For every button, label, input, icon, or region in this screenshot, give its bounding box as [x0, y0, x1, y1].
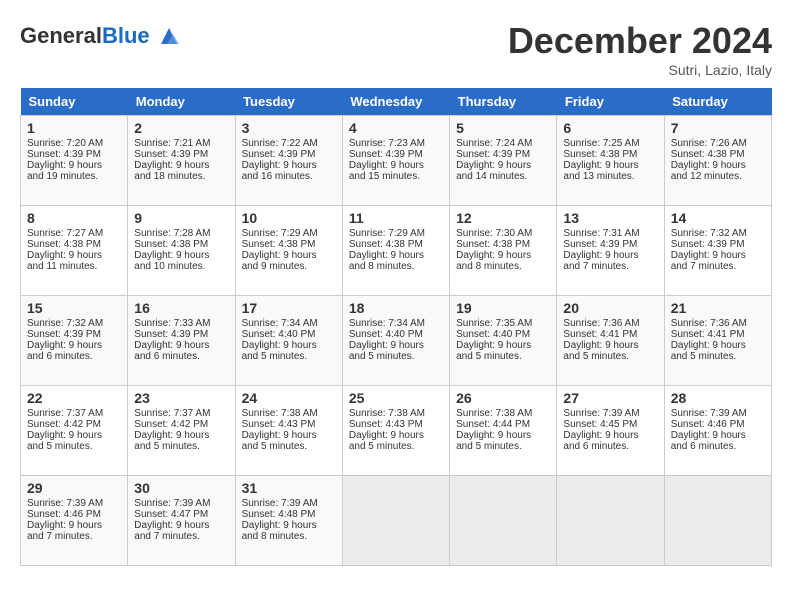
day-21: 21 Sunrise: 7:36 AMSunset: 4:41 PMDaylig… — [664, 296, 771, 386]
day-9: 9 Sunrise: 7:28 AMSunset: 4:38 PMDayligh… — [128, 206, 235, 296]
day-16: 16 Sunrise: 7:33 AMSunset: 4:39 PMDaylig… — [128, 296, 235, 386]
header-tuesday: Tuesday — [235, 88, 342, 116]
day-20: 20 Sunrise: 7:36 AMSunset: 4:41 PMDaylig… — [557, 296, 664, 386]
empty-cell-1 — [342, 476, 449, 566]
day-24: 24 Sunrise: 7:38 AMSunset: 4:43 PMDaylig… — [235, 386, 342, 476]
day-4: 4 Sunrise: 7:23 AMSunset: 4:39 PMDayligh… — [342, 116, 449, 206]
day-8: 8 Sunrise: 7:27 AMSunset: 4:38 PMDayligh… — [21, 206, 128, 296]
day-23: 23 Sunrise: 7:37 AMSunset: 4:42 PMDaylig… — [128, 386, 235, 476]
header-saturday: Saturday — [664, 88, 771, 116]
day-25: 25 Sunrise: 7:38 AMSunset: 4:43 PMDaylig… — [342, 386, 449, 476]
day-18: 18 Sunrise: 7:34 AMSunset: 4:40 PMDaylig… — [342, 296, 449, 386]
empty-cell-2 — [450, 476, 557, 566]
day-30: 30 Sunrise: 7:39 AMSunset: 4:47 PMDaylig… — [128, 476, 235, 566]
day-6: 6 Sunrise: 7:25 AMSunset: 4:38 PMDayligh… — [557, 116, 664, 206]
day-2: 2 Sunrise: 7:21 AMSunset: 4:39 PMDayligh… — [128, 116, 235, 206]
month-title: December 2024 — [508, 20, 772, 62]
day-27: 27 Sunrise: 7:39 AMSunset: 4:45 PMDaylig… — [557, 386, 664, 476]
title-block: December 2024 Sutri, Lazio, Italy — [508, 20, 772, 78]
day-19: 19 Sunrise: 7:35 AMSunset: 4:40 PMDaylig… — [450, 296, 557, 386]
logo-blue: Blue — [102, 23, 150, 48]
day-22: 22 Sunrise: 7:37 AMSunset: 4:42 PMDaylig… — [21, 386, 128, 476]
week-row-2: 8 Sunrise: 7:27 AMSunset: 4:38 PMDayligh… — [21, 206, 772, 296]
day-31: 31 Sunrise: 7:39 AMSunset: 4:48 PMDaylig… — [235, 476, 342, 566]
day-11: 11 Sunrise: 7:29 AMSunset: 4:38 PMDaylig… — [342, 206, 449, 296]
day-5: 5 Sunrise: 7:24 AMSunset: 4:39 PMDayligh… — [450, 116, 557, 206]
calendar-header-row: Sunday Monday Tuesday Wednesday Thursday… — [21, 88, 772, 116]
day-1: 1 Sunrise: 7:20 AMSunset: 4:39 PMDayligh… — [21, 116, 128, 206]
logo-general: General — [20, 23, 102, 48]
day-29: 29 Sunrise: 7:39 AMSunset: 4:46 PMDaylig… — [21, 476, 128, 566]
header-thursday: Thursday — [450, 88, 557, 116]
day-10: 10 Sunrise: 7:29 AMSunset: 4:38 PMDaylig… — [235, 206, 342, 296]
day-26: 26 Sunrise: 7:38 AMSunset: 4:44 PMDaylig… — [450, 386, 557, 476]
day-14: 14 Sunrise: 7:32 AMSunset: 4:39 PMDaylig… — [664, 206, 771, 296]
empty-cell-3 — [557, 476, 664, 566]
week-row-3: 15 Sunrise: 7:32 AMSunset: 4:39 PMDaylig… — [21, 296, 772, 386]
day-13: 13 Sunrise: 7:31 AMSunset: 4:39 PMDaylig… — [557, 206, 664, 296]
header-friday: Friday — [557, 88, 664, 116]
page-header: GeneralBlue December 2024 Sutri, Lazio, … — [20, 20, 772, 78]
logo: GeneralBlue — [20, 20, 185, 52]
logo-icon — [153, 20, 185, 52]
header-sunday: Sunday — [21, 88, 128, 116]
header-monday: Monday — [128, 88, 235, 116]
day-3: 3 Sunrise: 7:22 AMSunset: 4:39 PMDayligh… — [235, 116, 342, 206]
week-row-5: 29 Sunrise: 7:39 AMSunset: 4:46 PMDaylig… — [21, 476, 772, 566]
week-row-4: 22 Sunrise: 7:37 AMSunset: 4:42 PMDaylig… — [21, 386, 772, 476]
day-7: 7 Sunrise: 7:26 AMSunset: 4:38 PMDayligh… — [664, 116, 771, 206]
day-17: 17 Sunrise: 7:34 AMSunset: 4:40 PMDaylig… — [235, 296, 342, 386]
calendar-table: Sunday Monday Tuesday Wednesday Thursday… — [20, 88, 772, 566]
day-15: 15 Sunrise: 7:32 AMSunset: 4:39 PMDaylig… — [21, 296, 128, 386]
location-subtitle: Sutri, Lazio, Italy — [508, 62, 772, 78]
day-12: 12 Sunrise: 7:30 AMSunset: 4:38 PMDaylig… — [450, 206, 557, 296]
header-wednesday: Wednesday — [342, 88, 449, 116]
week-row-1: 1 Sunrise: 7:20 AMSunset: 4:39 PMDayligh… — [21, 116, 772, 206]
day-28: 28 Sunrise: 7:39 AMSunset: 4:46 PMDaylig… — [664, 386, 771, 476]
empty-cell-4 — [664, 476, 771, 566]
